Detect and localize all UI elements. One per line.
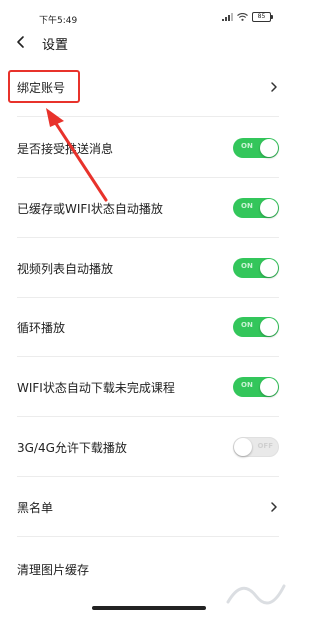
setting-toggle[interactable]: ON	[233, 317, 279, 337]
setting-toggle[interactable]: ON	[233, 377, 279, 397]
page-title: 设置	[42, 38, 69, 53]
toggle-knob	[260, 139, 278, 157]
setting-toggle[interactable]: ON	[233, 198, 279, 218]
settings-row[interactable]: 循环播放 ON	[17, 298, 279, 357]
watermark-logo	[226, 584, 286, 605]
settings-row[interactable]: 是否接受推送消息 ON	[17, 119, 279, 178]
setting-toggle[interactable]: ON	[233, 138, 279, 158]
toggle-state-label: ON	[241, 202, 253, 210]
setting-toggle[interactable]: ON	[233, 258, 279, 278]
settings-row[interactable]: WIFI状态自动下载未完成课程 ON	[17, 358, 279, 417]
toggle-knob	[234, 438, 252, 456]
settings-row-label: 是否接受推送消息	[17, 141, 114, 156]
toggle-state-label: ON	[241, 321, 253, 329]
wifi-icon	[237, 13, 248, 21]
highlight-box	[8, 70, 80, 103]
settings-row[interactable]: 已缓存或WIFI状态自动播放 ON	[17, 179, 279, 238]
toggle-state-label: ON	[241, 262, 253, 270]
toggle-knob	[260, 318, 278, 336]
settings-row[interactable]: 黑名单	[17, 478, 279, 537]
toggle-state-label: ON	[241, 381, 253, 389]
chevron-right-icon	[271, 82, 277, 92]
status-bar: 下午5:49 85	[0, 0, 298, 26]
signal-icon	[222, 13, 233, 21]
status-icons: 85	[222, 12, 273, 22]
toggle-knob	[260, 199, 278, 217]
settings-row-label: 黑名单	[17, 500, 54, 515]
battery-icon: 85	[252, 12, 273, 22]
settings-row[interactable]: 3G/4G允许下载播放 OFF	[17, 418, 279, 477]
settings-row-label: 视频列表自动播放	[17, 261, 114, 276]
settings-row-label: 循环播放	[17, 320, 66, 335]
top-bar: 设置	[0, 24, 298, 60]
toggle-state-label: ON	[241, 142, 253, 150]
settings-row-label: 清理图片缓存	[17, 563, 90, 577]
toggle-knob	[260, 259, 278, 277]
settings-row-label: WIFI状态自动下载未完成课程	[17, 380, 175, 395]
chevron-right-icon	[271, 502, 277, 512]
toggle-knob	[260, 378, 278, 396]
setting-toggle[interactable]: OFF	[233, 437, 279, 457]
toggle-state-label: OFF	[257, 442, 273, 450]
settings-row[interactable]: 视频列表自动播放 ON	[17, 239, 279, 298]
home-indicator[interactable]	[92, 606, 206, 610]
back-arrow-icon[interactable]	[13, 32, 29, 52]
settings-row-label: 已缓存或WIFI状态自动播放	[17, 201, 163, 216]
settings-row-label: 3G/4G允许下载播放	[17, 440, 127, 455]
